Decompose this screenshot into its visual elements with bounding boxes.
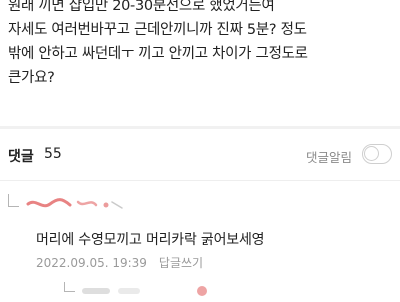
comment-header: 댓글 55 댓글알림 <box>8 142 392 170</box>
comment-meta: 2022.09.05. 19:39 답글쓰기 <box>36 254 203 271</box>
redacted-author-name <box>26 196 124 212</box>
comment-item: 머리에 수영모끼고 머리카락 굵어보세영 2022.09.05. 19:39 답글… <box>0 186 400 300</box>
comment-alarm-label: 댓글알림 <box>305 150 352 165</box>
reply-button[interactable]: 답글쓰기 <box>159 256 203 270</box>
redaction-scribble <box>26 198 123 209</box>
post-body-line: 자세도 여러번바꾸고 근데안끼니까 진짜 5분? 정도 <box>8 22 307 38</box>
reply-arrow-icon <box>8 194 19 207</box>
nested-reply-row <box>64 282 400 300</box>
post-body-line: 원래 끼면 샵입만 20-30분선으로 했었거든여 <box>8 0 275 14</box>
comment-text: 머리에 수영모끼고 머리카락 굵어보세영 <box>36 232 265 248</box>
post-body-line: 큰가요? <box>8 70 55 86</box>
nested-redaction-scribble <box>82 286 207 296</box>
header-divider <box>0 180 400 181</box>
section-divider <box>0 126 400 129</box>
toggle-knob <box>364 146 379 161</box>
post-body-line: 밖에 안하고 싸던데ㅜ 끼고 안끼고 차이가 그정도로 <box>8 46 308 62</box>
comment-count-label: 댓글 <box>8 149 34 165</box>
post-body: 원래 끼면 샵입만 20-30분선으로 했었거든여 자세도 여러번바꾸고 근데안… <box>8 0 400 90</box>
nested-reply-arrow-icon <box>64 282 75 292</box>
nested-reply-redacted <box>82 283 232 297</box>
comment-count: 55 <box>44 146 62 162</box>
comment-date: 2022.09.05. 19:39 <box>36 256 147 270</box>
comment-alarm-toggle[interactable] <box>362 144 392 164</box>
